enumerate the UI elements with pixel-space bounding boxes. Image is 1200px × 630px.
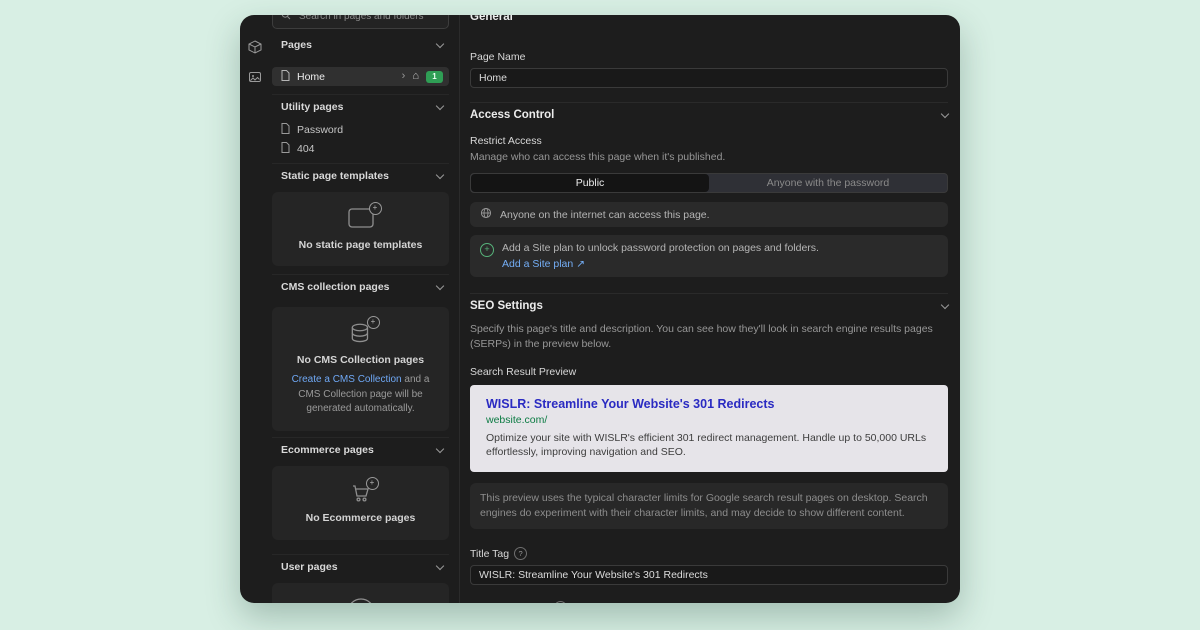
meta-description-text: Meta Description <box>470 602 549 603</box>
pages-section-header[interactable]: Pages <box>272 33 449 57</box>
static-templates-header[interactable]: Static page templates <box>272 163 449 188</box>
ecommerce-empty-card: + No Ecommerce pages <box>272 466 449 540</box>
home-icon: ⌂ <box>412 71 419 82</box>
user-avatar-icon <box>346 597 376 603</box>
title-tag-text: Title Tag <box>470 548 509 560</box>
chevron-down-icon <box>436 102 444 110</box>
seo-settings-header[interactable]: SEO Settings <box>470 300 948 312</box>
empty-state-label: No Ecommerce pages <box>306 512 416 524</box>
plus-icon: + <box>367 316 380 329</box>
page-item-404[interactable]: 404 <box>272 140 449 157</box>
app-window: Pages Home › ⌂ 1 Utility pages <box>240 15 960 603</box>
help-icon[interactable]: ? <box>554 601 567 603</box>
title-tag-input[interactable] <box>470 565 948 585</box>
restrict-access-segmented-control: Public Anyone with the password <box>470 173 948 193</box>
search-icon <box>281 15 291 25</box>
serp-description: Optimize your site with WISLR's efficien… <box>486 431 932 460</box>
title-tag-label: Title Tag ? <box>470 547 948 560</box>
static-templates-empty-card: + No static page templates <box>272 192 449 266</box>
template-icon: + <box>346 207 376 229</box>
page-item-password[interactable]: Password <box>272 121 449 138</box>
empty-state-label: No CMS Collection pages <box>297 354 424 366</box>
chevron-down-icon <box>436 171 444 179</box>
cart-icon: + <box>349 482 373 504</box>
ecommerce-pages-header[interactable]: Ecommerce pages <box>272 437 449 462</box>
segment-anyone-with-password[interactable]: Anyone with the password <box>709 174 947 192</box>
add-site-plan-label: Add a Site plan <box>502 258 573 270</box>
search-result-preview-label: Search Result Preview <box>470 366 948 378</box>
create-cms-collection-link[interactable]: Create a CMS Collection <box>292 374 402 385</box>
cms-empty-description: Create a CMS Collection and a CMS Collec… <box>281 373 441 417</box>
chevron-down-icon <box>436 40 444 48</box>
public-access-note: Anyone on the internet can access this p… <box>500 209 710 221</box>
serp-title: WISLR: Streamline Your Website's 301 Red… <box>486 397 932 411</box>
empty-state-label: No static page templates <box>299 239 423 251</box>
add-site-plan-link[interactable]: Add a Site plan↗ <box>502 258 819 270</box>
pages-sidebar: Pages Home › ⌂ 1 Utility pages <box>270 15 460 603</box>
cms-pages-label: CMS collection pages <box>281 281 390 293</box>
serp-url: website.com/ <box>486 414 932 426</box>
utility-pages-header[interactable]: Utility pages <box>272 94 449 119</box>
section-divider <box>470 102 948 103</box>
public-access-banner: Anyone on the internet can access this p… <box>470 202 948 227</box>
search-input[interactable] <box>297 15 440 23</box>
general-section-header: General <box>470 15 948 23</box>
page-name-label: Page Name <box>470 51 948 63</box>
page-icon <box>281 123 290 137</box>
restrict-access-description: Manage who can access this page when it'… <box>470 150 948 165</box>
pages-search[interactable] <box>272 15 449 29</box>
chevron-down-icon <box>436 282 444 290</box>
meta-description-label: Meta Description ? <box>470 601 948 603</box>
utility-pages-label: Utility pages <box>281 101 343 113</box>
page-item-home[interactable]: Home › ⌂ 1 <box>272 67 449 86</box>
site-plan-note: Add a Site plan to unlock password prote… <box>502 242 819 254</box>
page-item-label: 404 <box>297 143 315 155</box>
access-control-header[interactable]: Access Control <box>470 109 948 121</box>
cms-pages-header[interactable]: CMS collection pages <box>272 274 449 299</box>
globe-icon <box>480 207 492 222</box>
chevron-down-icon <box>436 445 444 453</box>
access-control-label: Access Control <box>470 109 554 121</box>
page-item-label: Password <box>297 124 343 136</box>
database-icon: + <box>348 321 374 347</box>
section-divider <box>470 293 948 294</box>
page-settings-panel: General Page Name Access Control Restric… <box>460 15 960 603</box>
static-templates-label: Static page templates <box>281 170 389 182</box>
assets-image-icon[interactable] <box>247 69 263 85</box>
preview-character-limit-note: This preview uses the typical character … <box>470 483 948 529</box>
page-icon <box>281 142 290 156</box>
cms-empty-card: + No CMS Collection pages Create a CMS C… <box>272 307 449 431</box>
plus-circle-icon: + <box>480 243 494 257</box>
chevron-down-icon <box>941 301 949 309</box>
segment-public[interactable]: Public <box>471 174 709 192</box>
home-count-badge: 1 <box>426 71 443 83</box>
user-pages-header[interactable]: User pages <box>272 554 449 579</box>
user-pages-card <box>272 583 449 603</box>
plus-icon: + <box>369 202 382 215</box>
search-result-preview-card: WISLR: Streamline Your Website's 301 Red… <box>470 385 948 472</box>
seo-settings-label: SEO Settings <box>470 300 543 312</box>
chevron-down-icon <box>941 110 949 118</box>
restrict-access-label: Restrict Access <box>470 135 948 147</box>
left-icon-rail <box>240 15 270 603</box>
external-link-icon: ↗ <box>576 258 585 270</box>
ecommerce-pages-label: Ecommerce pages <box>281 444 374 456</box>
plus-icon: + <box>366 477 379 490</box>
seo-description: Specify this page's title and descriptio… <box>470 322 948 352</box>
help-icon[interactable]: ? <box>514 547 527 560</box>
components-cube-icon[interactable] <box>247 39 263 55</box>
page-item-label: Home <box>297 71 325 83</box>
chevron-down-icon <box>436 562 444 570</box>
site-plan-banner: + Add a Site plan to unlock password pro… <box>470 235 948 277</box>
page-name-input[interactable] <box>470 68 948 88</box>
user-pages-label: User pages <box>281 561 338 573</box>
page-icon <box>281 70 290 84</box>
pages-section-label: Pages <box>281 39 312 51</box>
chevron-right-icon[interactable]: › <box>402 71 406 82</box>
